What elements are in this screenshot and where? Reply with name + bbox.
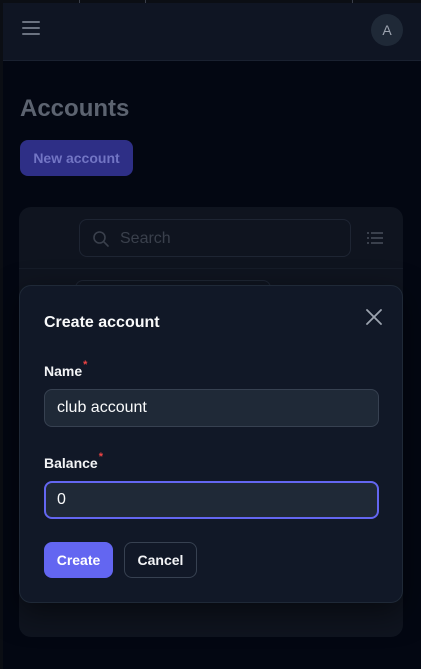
dialog-title: Create account: [44, 314, 160, 331]
top-bar: A: [3, 3, 421, 61]
create-account-dialog: Create account Name* Balance* Create Can…: [19, 285, 403, 603]
cancel-button[interactable]: Cancel: [124, 542, 197, 578]
search-placeholder: Search: [120, 230, 171, 247]
hamburger-icon[interactable]: [22, 21, 42, 35]
search-icon: [93, 231, 109, 247]
balance-label: Balance*: [44, 451, 103, 471]
name-field[interactable]: [44, 389, 379, 427]
name-label: Name*: [44, 359, 87, 379]
create-button[interactable]: Create: [44, 542, 113, 578]
balance-field[interactable]: [44, 481, 379, 519]
new-account-button[interactable]: New account: [20, 140, 133, 176]
avatar[interactable]: A: [371, 14, 403, 46]
required-mark: *: [83, 359, 88, 371]
list-icon[interactable]: [367, 231, 383, 245]
name-label-text: Name: [44, 363, 83, 379]
close-icon[interactable]: [362, 305, 386, 329]
page-title: Accounts: [20, 95, 130, 122]
search-input[interactable]: Search: [79, 219, 351, 257]
required-mark: *: [98, 451, 103, 463]
panel-divider: [19, 268, 403, 269]
window-frame-left: [0, 0, 3, 669]
balance-label-text: Balance: [44, 455, 98, 471]
